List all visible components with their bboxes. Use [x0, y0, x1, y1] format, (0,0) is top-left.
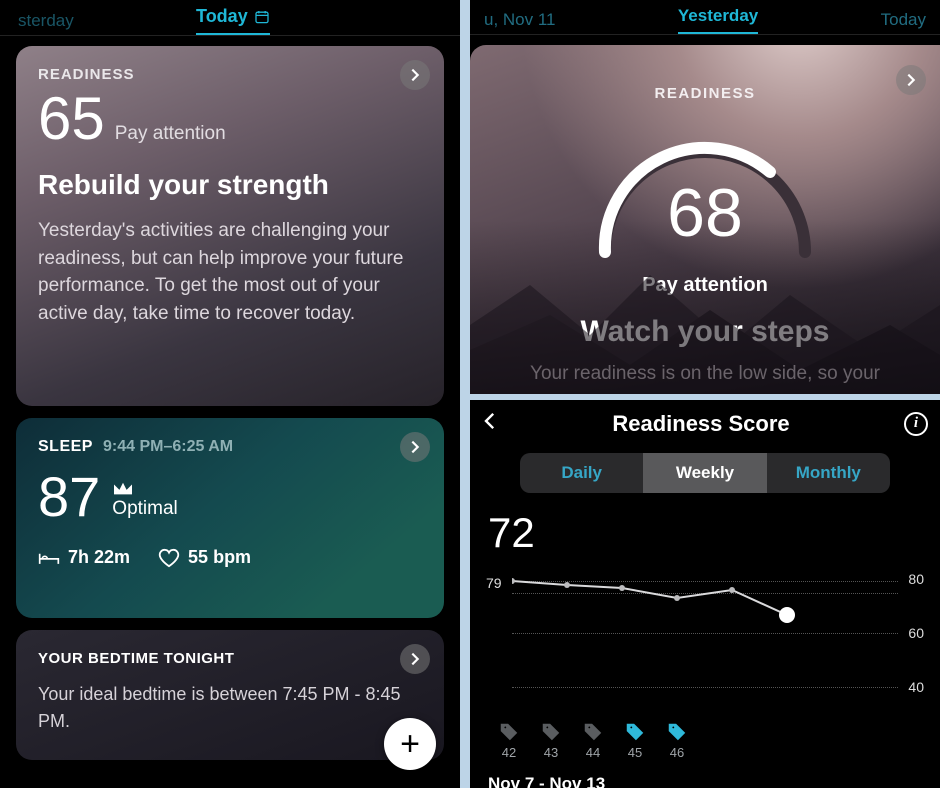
- readiness-label-2: READINESS: [470, 85, 940, 102]
- heart-icon: [158, 548, 180, 568]
- readiness-trend-screen: Readiness Score i Daily Weekly Monthly 7…: [470, 400, 940, 788]
- readiness-score-line: 65 Pay attention: [38, 89, 422, 149]
- readiness-score-2: 68: [575, 174, 835, 252]
- add-fab-button[interactable]: +: [384, 718, 436, 770]
- day-tabbar: sterday Today: [0, 0, 460, 36]
- week-number: 43: [544, 745, 558, 760]
- week-number: 42: [502, 745, 516, 760]
- seg-monthly[interactable]: Monthly: [767, 453, 890, 493]
- mountain-art: [470, 255, 940, 394]
- yesterday-screen: u, Nov 11 Yesterday Today READINESS 68 P…: [470, 0, 940, 394]
- trend-title: Readiness Score: [612, 411, 789, 437]
- tab-yesterday-active[interactable]: Yesterday: [678, 6, 758, 34]
- sleep-times: 9:44 PM–6:25 AM: [103, 438, 233, 456]
- tag-icon: [582, 721, 604, 743]
- sleep-optimal: Optimal: [112, 498, 177, 520]
- readiness-card[interactable]: READINESS 65 Pay attention Rebuild your …: [16, 46, 444, 406]
- week-tag-43[interactable]: 43: [540, 721, 562, 760]
- sleep-label: SLEEP: [38, 438, 93, 456]
- day-tabbar-2: u, Nov 11 Yesterday Today: [470, 0, 940, 35]
- tab-yesterday[interactable]: sterday: [18, 11, 74, 31]
- sleep-stats: 7h 22m 55 bpm: [38, 547, 422, 568]
- chevron-left-icon: [482, 410, 498, 432]
- sleep-card[interactable]: SLEEP 9:44 PM–6:25 AM 87 Optimal 7h 22m: [16, 418, 444, 618]
- tab-today-label: Today: [196, 6, 248, 27]
- cards-scroll[interactable]: READINESS 65 Pay attention Rebuild your …: [0, 36, 460, 760]
- readiness-headline: Rebuild your strength: [38, 169, 422, 201]
- bedtime-label: YOUR BEDTIME TONIGHT: [38, 650, 422, 667]
- week-tag-46[interactable]: 46: [666, 721, 688, 760]
- readiness-score: 65: [38, 89, 105, 149]
- tag-icon: [624, 721, 646, 743]
- seg-daily[interactable]: Daily: [520, 453, 643, 493]
- info-button[interactable]: i: [904, 412, 928, 436]
- tag-icon: [666, 721, 688, 743]
- calendar-icon: [254, 9, 270, 25]
- period-segmented-control[interactable]: Daily Weekly Monthly: [520, 453, 890, 493]
- chart-left-label: 79: [486, 575, 502, 591]
- seg-weekly[interactable]: Weekly: [643, 453, 766, 493]
- info-icon: i: [914, 415, 918, 432]
- tab-today-2[interactable]: Today: [881, 10, 926, 30]
- crown-icon: [112, 480, 134, 498]
- sleep-bpm: 55 bpm: [188, 547, 251, 568]
- readiness-gauge: 68: [575, 112, 835, 272]
- sleep-title: SLEEP 9:44 PM–6:25 AM: [38, 438, 422, 456]
- sleep-score-line: 87 Optimal: [38, 464, 422, 529]
- week-tag-44[interactable]: 44: [582, 721, 604, 760]
- week-tag-42[interactable]: 42: [498, 721, 520, 760]
- sleep-duration: 7h 22m: [68, 547, 130, 568]
- open-readiness-arrow-icon-2[interactable]: [896, 65, 926, 95]
- readiness-body: Yesterday's activities are challenging y…: [38, 217, 422, 327]
- bedtime-text: Your ideal bedtime is between 7:45 PM - …: [38, 681, 422, 735]
- week-number: 46: [670, 745, 684, 760]
- date-range: Nov 7 - Nov 13: [488, 774, 928, 788]
- tab-date[interactable]: u, Nov 11: [484, 10, 556, 30]
- trend-header: Readiness Score i: [482, 410, 928, 437]
- today-screen: sterday Today READINESS 65 Pay attention…: [0, 0, 460, 788]
- plus-icon: +: [400, 725, 420, 764]
- tab-today[interactable]: Today: [196, 6, 270, 35]
- week-tags: 42 43 44 45 46: [498, 721, 928, 760]
- week-number: 44: [586, 745, 600, 760]
- open-bedtime-arrow-icon[interactable]: [400, 644, 430, 674]
- tag-icon: [540, 721, 562, 743]
- back-button[interactable]: [482, 410, 498, 437]
- trend-chart[interactable]: 79 80 60 40: [482, 563, 928, 713]
- trend-line: [512, 563, 912, 713]
- sleep-score: 87: [38, 464, 100, 529]
- bed-icon: [38, 548, 60, 568]
- trend-current-score: 72: [488, 509, 928, 557]
- readiness-label: READINESS: [38, 66, 422, 83]
- readiness-card-large[interactable]: READINESS 68 Pay attention Watch your st…: [470, 45, 940, 394]
- tag-icon: [498, 721, 520, 743]
- week-number: 45: [628, 745, 642, 760]
- bedtime-card[interactable]: YOUR BEDTIME TONIGHT Your ideal bedtime …: [16, 630, 444, 760]
- readiness-tag: Pay attention: [115, 123, 226, 145]
- open-sleep-arrow-icon[interactable]: [400, 432, 430, 462]
- week-tag-45[interactable]: 45: [624, 721, 646, 760]
